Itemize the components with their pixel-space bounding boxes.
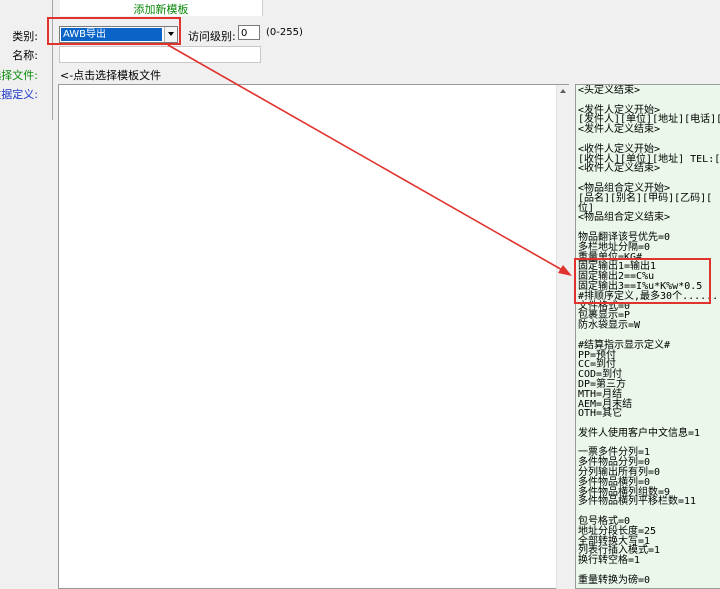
- scroll-up-icon[interactable]: [560, 89, 566, 93]
- definition-text: <头定义结束> <发件人定义开始> [发件人][单位][地址][电话][邮 <发件人定…: [578, 86, 720, 586]
- definition-line: <物品组合定义结束>: [578, 212, 671, 224]
- highlight-box-fixed-output: [574, 258, 711, 304]
- highlight-box-category: [47, 17, 181, 45]
- definition-line: <发件人定义结束>: [578, 124, 661, 136]
- select-file-label: 选择文件:: [0, 69, 38, 82]
- definition-line: 发件人使用客户中文信息=1: [578, 427, 701, 439]
- definition-editor[interactable]: <头定义结束> <发件人定义开始> [发件人][单位][地址][电话][邮 <发件人定…: [575, 84, 720, 589]
- category-label: 类别:: [12, 30, 38, 43]
- access-level-label: 访问级别:: [188, 30, 236, 43]
- editor-scrollbar[interactable]: [556, 85, 569, 589]
- definition-line: <头定义结束>: [578, 85, 641, 96]
- definition-line: 防水袋显示=W: [578, 320, 641, 332]
- definition-line: <收件人定义结束>: [578, 163, 661, 175]
- template-editor[interactable]: [58, 84, 569, 589]
- definition-line: 多件物品横列平移栏数=11: [578, 496, 697, 508]
- name-label: 名称:: [12, 49, 38, 62]
- definition-line: 重量转换为磅=0: [578, 574, 651, 586]
- definition-line: [品名][别名][甲码][乙码][: [578, 192, 713, 204]
- data-definition-label: 数据定义:: [0, 88, 38, 101]
- access-level-input[interactable]: 0: [238, 25, 260, 40]
- access-level-range: (0-255): [266, 27, 303, 38]
- name-input[interactable]: [59, 46, 261, 63]
- definition-line: 换行转空格=1: [578, 555, 641, 567]
- select-file-hint[interactable]: <-点击选择模板文件: [60, 67, 161, 83]
- definition-line: OTH=其它: [578, 408, 623, 420]
- add-template-link[interactable]: 添加新模板: [60, 1, 262, 17]
